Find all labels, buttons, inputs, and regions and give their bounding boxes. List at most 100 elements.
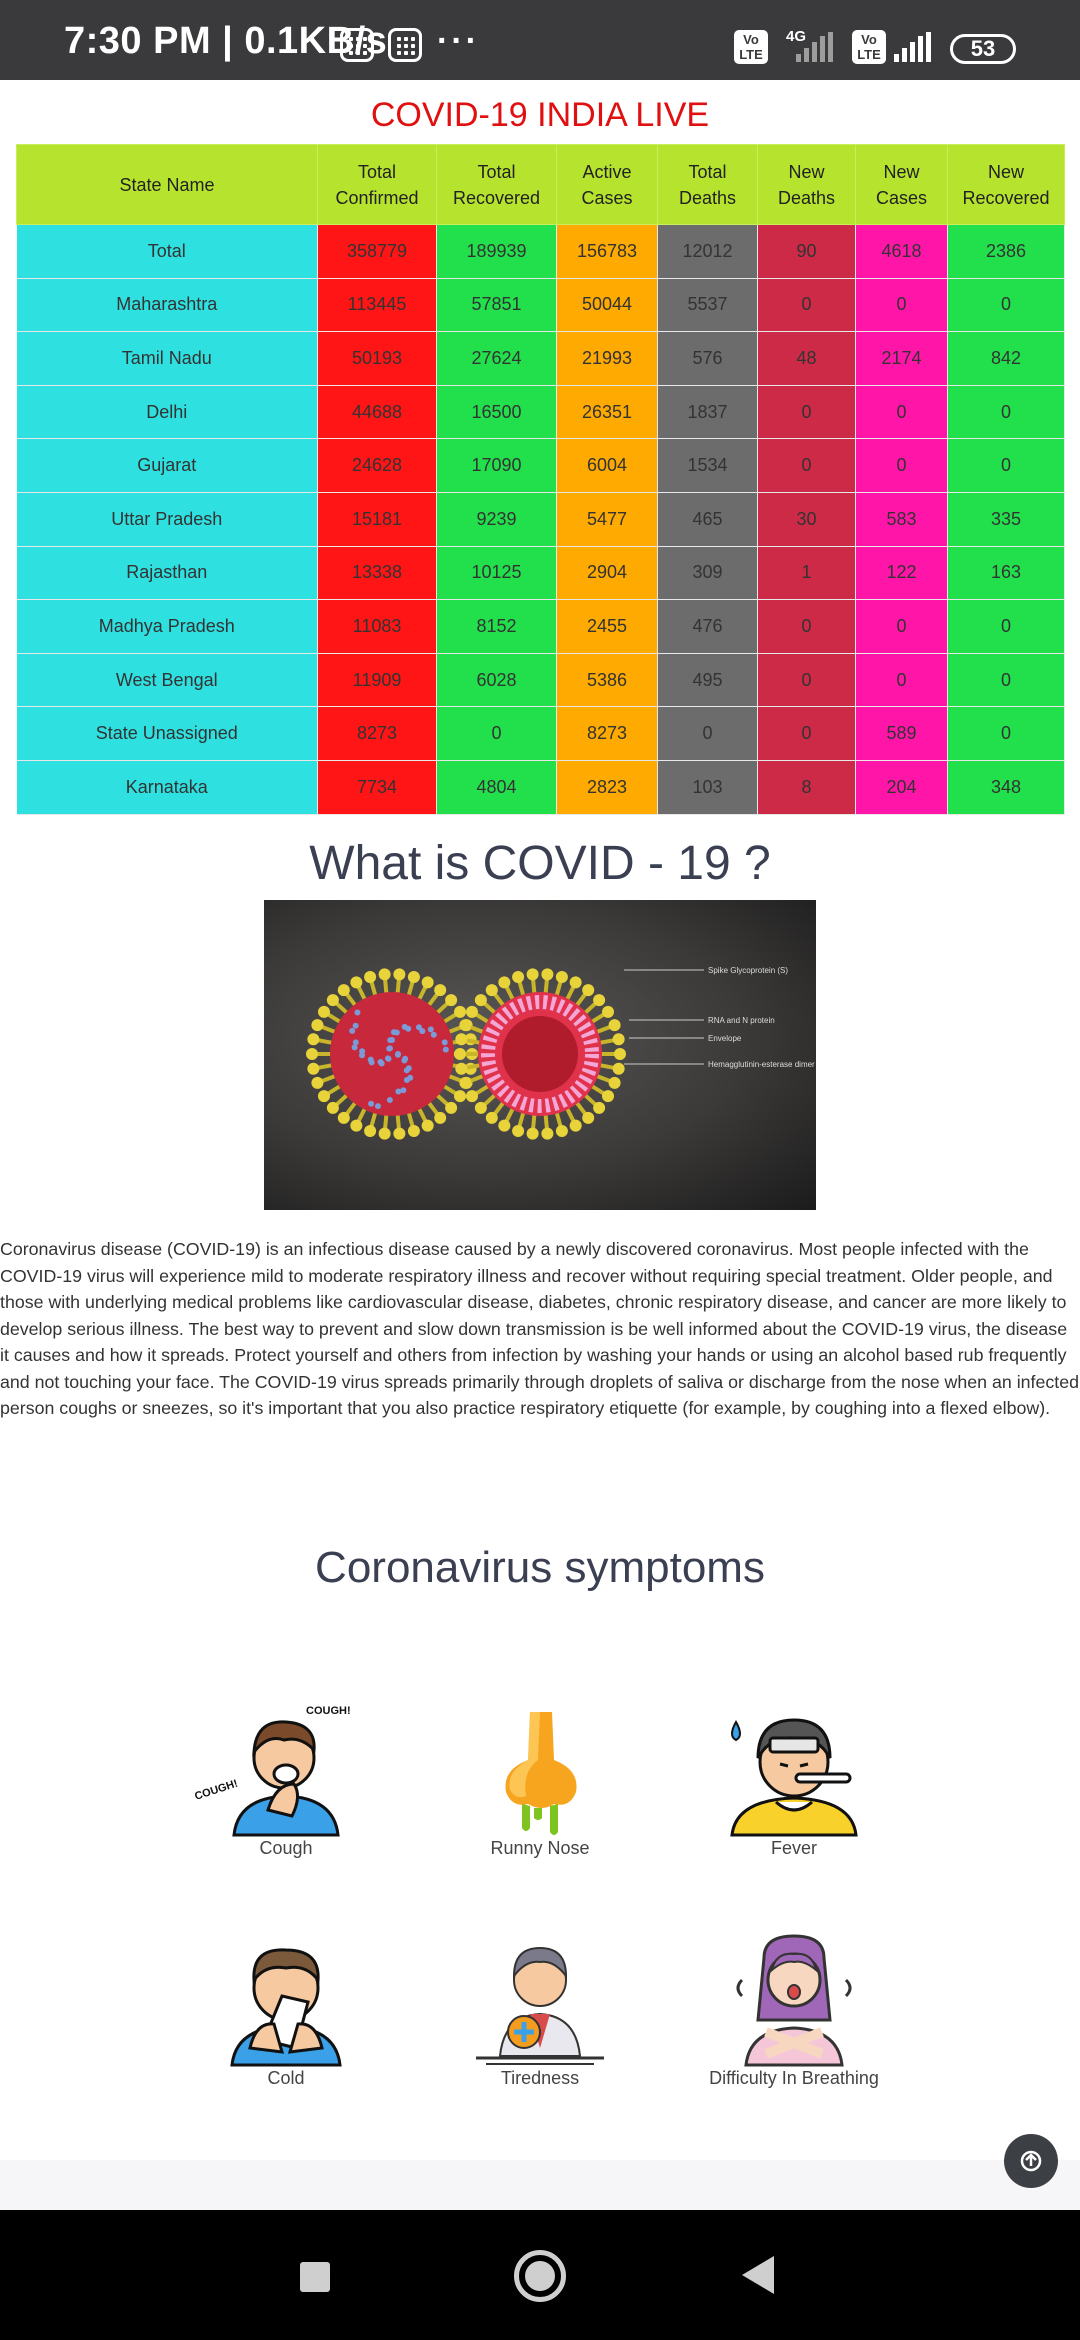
stat-cell: 8273 <box>317 706 437 761</box>
stat-cell: 0 <box>757 653 856 708</box>
stat-cell: 0 <box>757 385 856 440</box>
column-header-text: State Name <box>119 174 215 195</box>
stat-cell: 50044 <box>556 278 658 333</box>
cold-icon <box>230 1948 342 2067</box>
stat-cell: 0 <box>757 599 856 654</box>
table-body: Total 358779 189939 156783 12012 90 4618 2386 Ma… <box>16 224 1065 815</box>
home-button[interactable] <box>514 2250 566 2302</box>
stat-cell: 204 <box>855 760 948 815</box>
stat-cell: 0 <box>757 706 856 761</box>
stat-cell: 8273 <box>556 706 658 761</box>
stat-cell: 358779 <box>317 224 437 279</box>
stat-cell: 0 <box>855 385 948 440</box>
column-header-text: Deaths <box>678 187 737 208</box>
stat-cell: 4804 <box>436 760 557 815</box>
covid-description: Coronavirus disease (COVID-19) is an inf… <box>0 1239 1079 1418</box>
stat-cell: 7734 <box>317 760 437 815</box>
more-notifications-icon: ··· <box>437 22 480 60</box>
stat-cell: 0 <box>757 438 856 493</box>
symptom-cough: COUGH! COUGH! Cough <box>176 1700 396 1870</box>
column-header-text: Total <box>357 161 397 182</box>
stat-cell: 0 <box>757 278 856 333</box>
signal-icon <box>894 32 934 62</box>
stat-cell: 465 <box>657 492 758 547</box>
virus-label: Spike Glycoprotein (S) <box>708 966 788 975</box>
symptoms-heading: Coronavirus symptoms <box>315 1543 765 1592</box>
stat-cell: 5477 <box>556 492 658 547</box>
column-header-text: Cases <box>875 187 928 208</box>
state-name-cell: State Unassigned <box>16 706 318 761</box>
symptom-fever: Fever <box>684 1700 904 1870</box>
stat-cell: 30 <box>757 492 856 547</box>
stat-cell: 48 <box>757 331 856 386</box>
stat-cell: 8152 <box>436 599 557 654</box>
stat-cell: 122 <box>855 546 948 601</box>
symptom-label: Difficulty In Breathing <box>709 2068 879 2088</box>
stat-cell: 27624 <box>436 331 557 386</box>
stat-cell: 156783 <box>556 224 658 279</box>
column-header-text: Total <box>477 161 516 182</box>
table-row: Total 358779 189939 156783 12012 90 4618 2386 <box>16 224 1065 279</box>
page-title: COVID-19 INDIA LIVE <box>370 96 710 134</box>
tiredness-icon <box>476 1946 604 2065</box>
cough-bubble: COUGH! <box>193 1778 239 1803</box>
stat-cell: 26351 <box>556 385 658 440</box>
stat-cell: 189939 <box>436 224 557 279</box>
fever-icon <box>730 1718 858 1837</box>
state-name-cell: Rajasthan <box>16 546 318 601</box>
stat-cell: 6028 <box>436 653 557 708</box>
stat-cell: 21993 <box>556 331 658 386</box>
column-header-text: Active <box>582 161 632 182</box>
stat-cell: 309 <box>657 546 758 601</box>
stat-cell: 0 <box>657 706 758 761</box>
state-name-cell: Total <box>16 224 318 279</box>
stat-cell: 17090 <box>436 438 557 493</box>
symptom-runny-nose: Runny Nose <box>430 1700 650 1870</box>
stat-cell: 1 <box>757 546 856 601</box>
stat-cell: 2386 <box>947 224 1065 279</box>
column-header-text: Confirmed <box>335 187 419 208</box>
calculator-icon <box>388 28 422 62</box>
stat-cell: 0 <box>947 438 1065 493</box>
stat-cell: 11909 <box>317 653 437 708</box>
stat-cell: 5537 <box>657 278 758 333</box>
symptom-label: Cough <box>259 1838 313 1858</box>
stat-cell: 2904 <box>556 546 658 601</box>
symptom-difficulty-breathing: Difficulty In Breathing <box>684 1930 904 2100</box>
stat-cell: 0 <box>436 706 557 761</box>
recent-apps-button[interactable] <box>300 2262 330 2292</box>
virus-illustration: Spike Glycoprotein (S) RNA and N protein… <box>306 966 816 1140</box>
column-header-text: Total <box>688 161 727 182</box>
symptom-cold: Cold <box>176 1930 396 2100</box>
stat-cell: 2455 <box>556 599 658 654</box>
scroll-to-top-button[interactable] <box>1004 2134 1058 2188</box>
stat-cell: 103 <box>657 760 758 815</box>
column-header: Active Cases <box>556 144 658 225</box>
stat-cell: 476 <box>657 599 758 654</box>
stat-cell: 50193 <box>317 331 437 386</box>
breathing-icon <box>736 1934 852 2067</box>
table-row: Gujarat 24628 17090 6004 1534 0 0 0 <box>16 438 1065 493</box>
stat-cell: 2823 <box>556 760 658 815</box>
stat-cell: 0 <box>947 599 1065 654</box>
stat-cell: 842 <box>947 331 1065 386</box>
covid-stats-table: State Name Total Confirmed Total Recovered Ac… <box>16 144 1065 815</box>
column-header-text: New <box>987 161 1024 182</box>
stat-cell: 44688 <box>317 385 437 440</box>
column-header: New Deaths <box>757 144 856 225</box>
stat-cell: 0 <box>855 438 948 493</box>
stat-cell: 11083 <box>317 599 437 654</box>
table-row: Tamil Nadu 50193 27624 21993 576 48 2174 842 <box>16 331 1065 386</box>
stat-cell: 2174 <box>855 331 948 386</box>
back-button[interactable] <box>742 2256 774 2294</box>
symptom-label: Runny Nose <box>490 1838 590 1858</box>
column-header: New Cases <box>855 144 948 225</box>
stat-cell: 16500 <box>436 385 557 440</box>
virus-label: Hemagglutinin-esterase dimer (HE) <box>708 1060 816 1069</box>
column-header-text: Cases <box>581 187 633 208</box>
symptom-label: Tiredness <box>500 2068 580 2088</box>
table-row: Rajasthan 13338 10125 2904 309 1 122 163 <box>16 546 1065 601</box>
column-header: New Recovered <box>947 144 1065 225</box>
signal-icon <box>796 32 836 62</box>
state-name-cell: West Bengal <box>16 653 318 708</box>
